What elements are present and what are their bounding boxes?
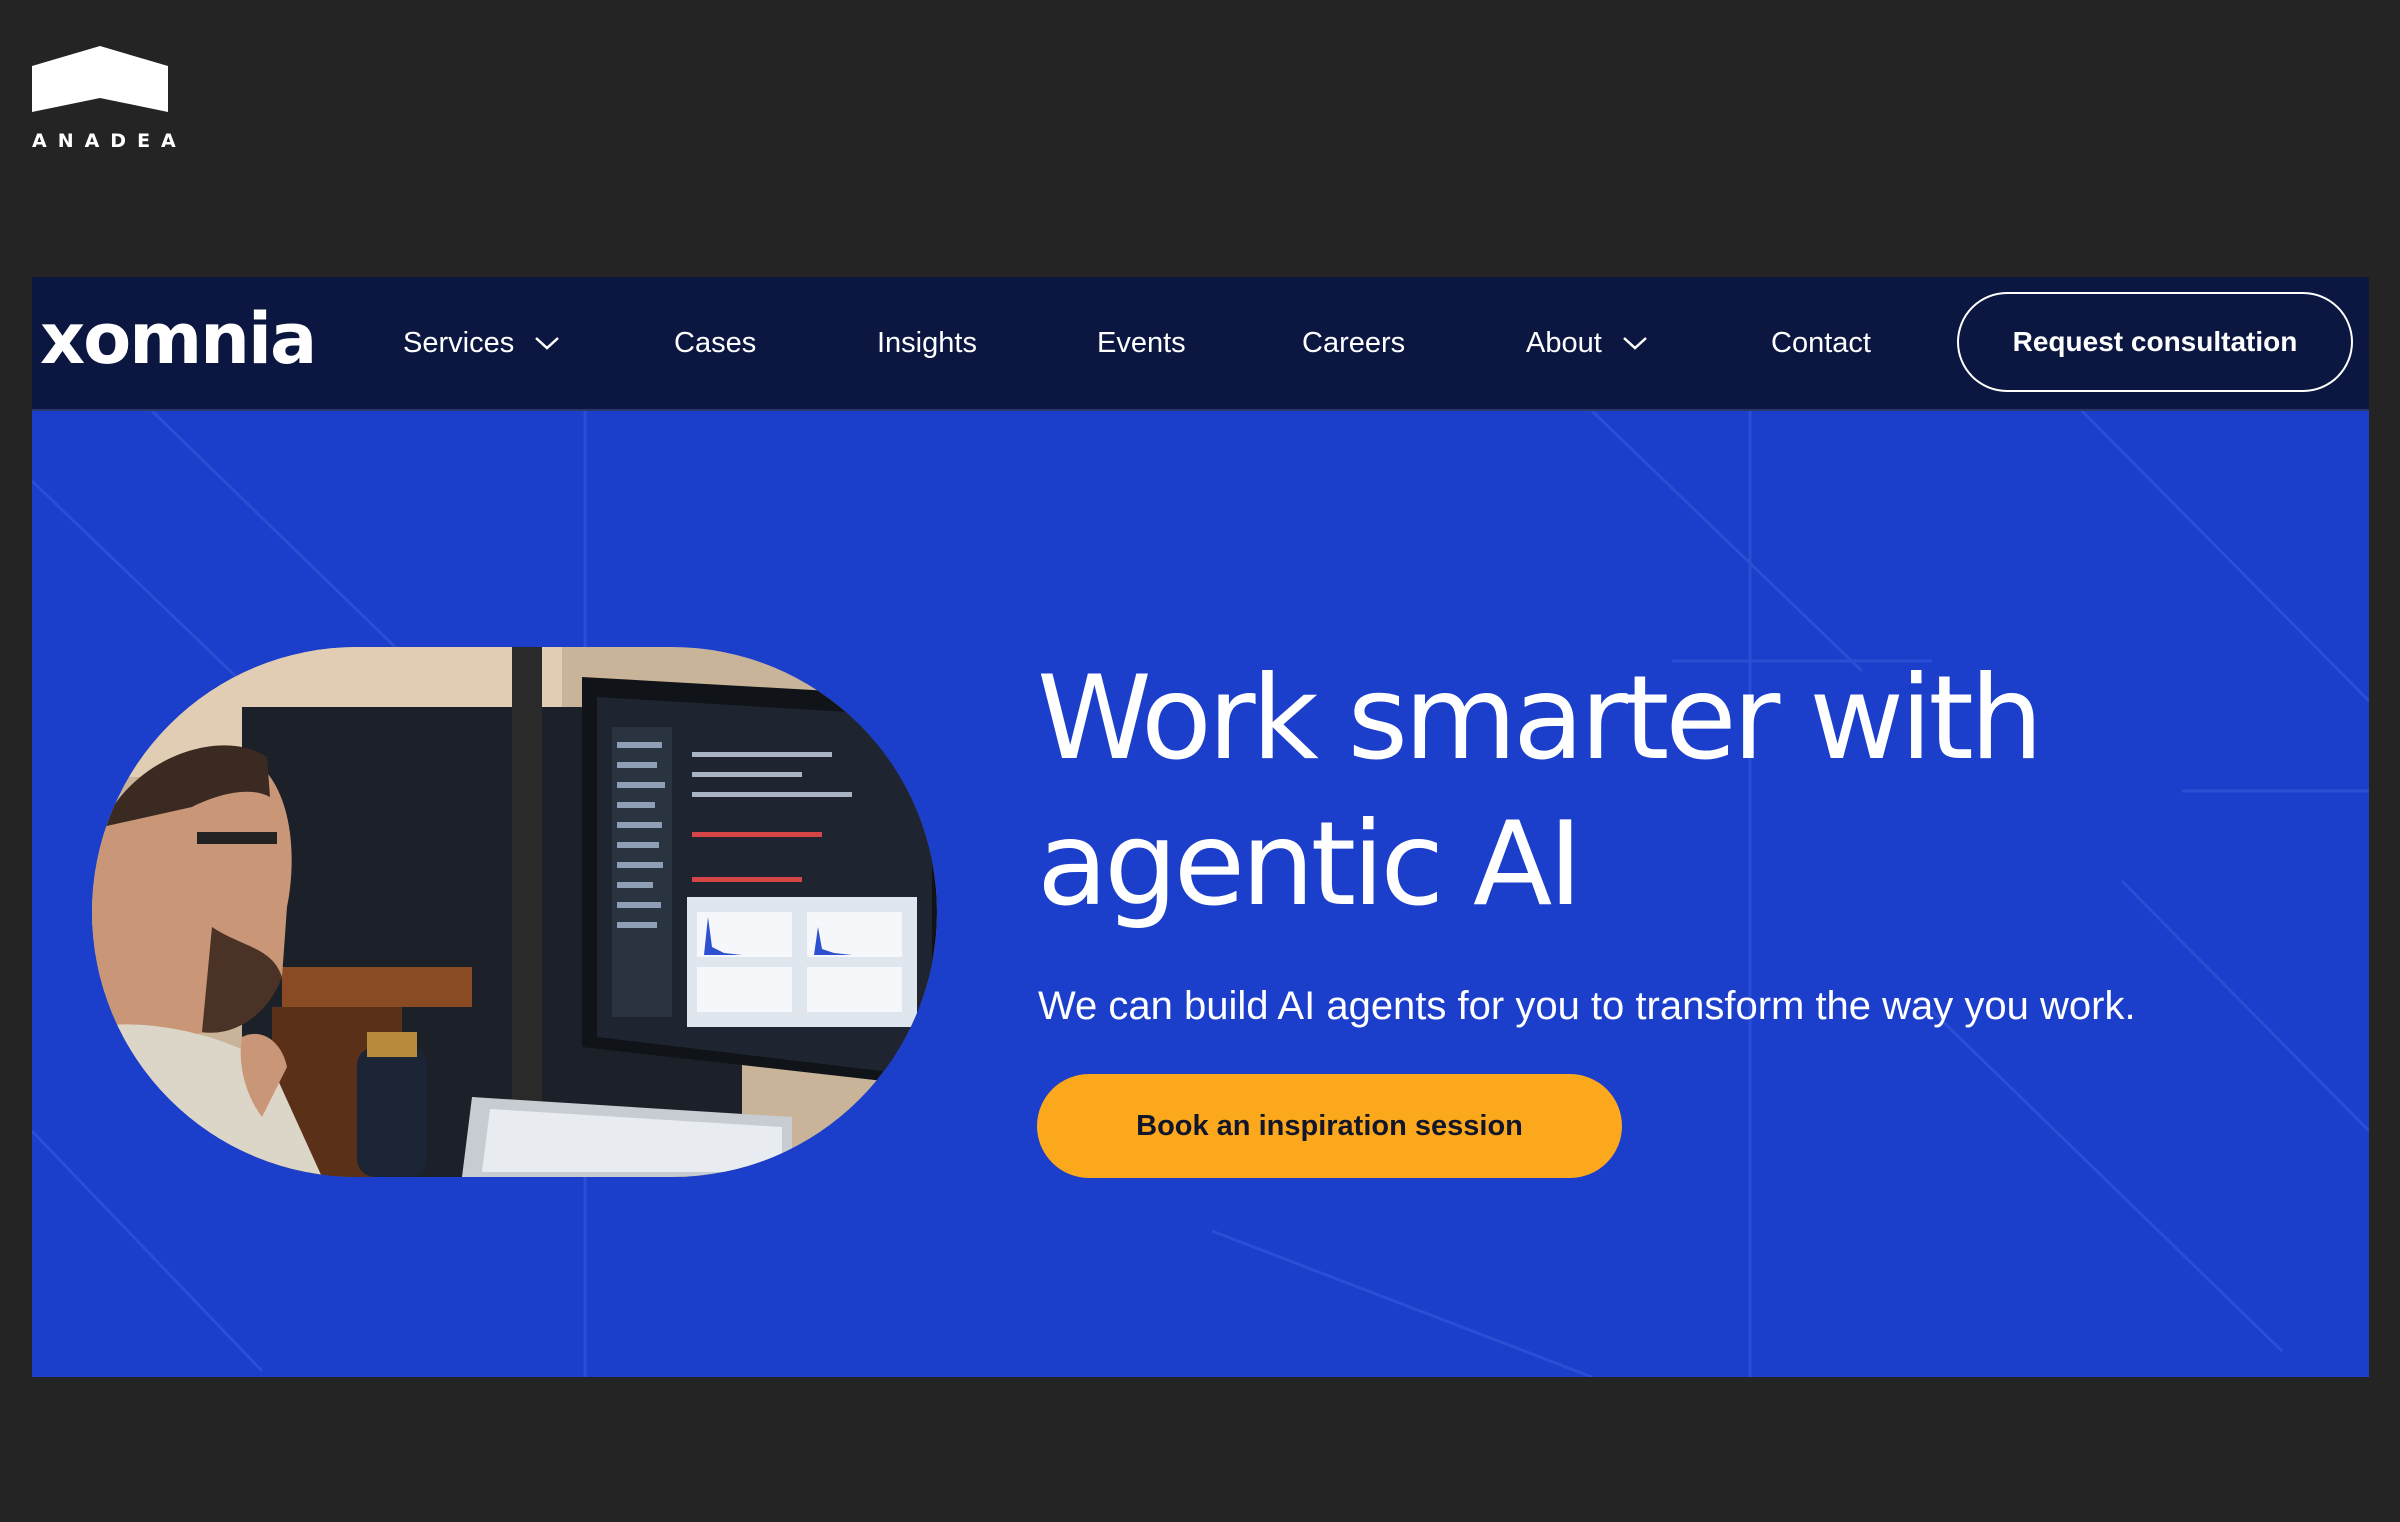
hero-headline-line2: agentic AI — [1037, 797, 1583, 932]
chevron-down-icon — [1622, 337, 1647, 350]
nav-contact[interactable]: Contact — [1771, 321, 1871, 365]
website-screenshot: xomnia Services Cases Insights Events Ca… — [32, 277, 2369, 1377]
nav-about-label: About — [1526, 326, 1602, 359]
xomnia-logo[interactable]: xomnia — [40, 299, 317, 379]
hero-photo-person-at-computer — [92, 647, 937, 1177]
request-consultation-button[interactable]: Request consultation — [1957, 292, 2353, 392]
anadea-wordmark: ANADEA — [32, 130, 187, 152]
nav-insights-label: Insights — [877, 326, 977, 359]
chevron-down-icon — [535, 337, 560, 350]
nav-careers-label: Careers — [1302, 326, 1406, 359]
nav-careers[interactable]: Careers — [1302, 321, 1405, 365]
nav-contact-label: Contact — [1771, 326, 1871, 359]
hero-subline: We can build AI agents for you to transf… — [1038, 984, 2136, 1028]
anadea-logo: ANADEA — [32, 46, 187, 152]
book-inspiration-session-button[interactable]: Book an inspiration session — [1037, 1074, 1622, 1178]
nav-cases-label: Cases — [674, 326, 757, 359]
nav-cases[interactable]: Cases — [674, 321, 756, 365]
nav-services-label: Services — [403, 326, 515, 359]
nav-about[interactable]: About — [1526, 321, 1648, 365]
nav-services[interactable]: Services — [403, 321, 560, 365]
hero-photo — [92, 647, 937, 1177]
nav-insights[interactable]: Insights — [877, 321, 977, 365]
nav-events-label: Events — [1097, 326, 1186, 359]
hero-section: Work smarter with agentic AI We can buil… — [32, 411, 2369, 1377]
nav-events[interactable]: Events — [1097, 321, 1186, 365]
top-navbar: xomnia Services Cases Insights Events Ca… — [32, 277, 2369, 411]
anadea-house-icon — [32, 46, 168, 112]
hero-headline: Work smarter with agentic AI — [1037, 646, 2237, 938]
hero-headline-line1: Work smarter with — [1037, 651, 2043, 786]
